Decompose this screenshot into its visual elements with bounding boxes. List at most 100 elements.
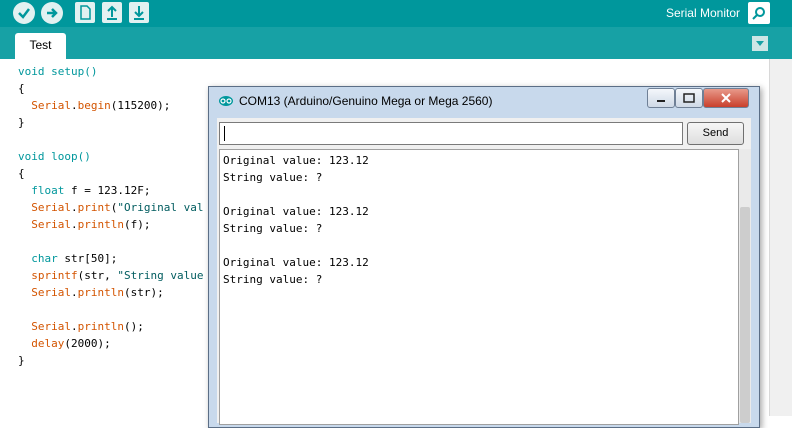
- code-token: (2000);: [64, 337, 111, 350]
- code-line: Serial.begin(115200);: [18, 97, 203, 114]
- close-icon: [721, 93, 731, 103]
- code-token: {: [18, 167, 25, 180]
- upload-button[interactable]: [41, 2, 63, 24]
- code-token: .: [71, 201, 78, 214]
- serial-output-text: Original value: 123.12 String value: ? Ori…: [223, 152, 369, 288]
- code-token: Serial: [31, 201, 71, 214]
- tab-menu-button[interactable]: [752, 36, 768, 51]
- code-token: Serial: [31, 99, 71, 112]
- code-token: "Original val: [117, 201, 204, 214]
- serial-monitor-window: COM13 (Arduino/Genuino Mega or Mega 2560…: [208, 86, 760, 428]
- serial-monitor-button[interactable]: [748, 2, 770, 24]
- send-button[interactable]: Send: [687, 122, 744, 145]
- code-line: {: [18, 80, 203, 97]
- code-token: (f);: [123, 218, 151, 231]
- code-line: sprintf(str, "String value: [18, 267, 203, 284]
- output-line: String value: ?: [223, 273, 323, 286]
- code-token: f = 123.12F;: [64, 184, 151, 197]
- code-token: str[50];: [57, 252, 118, 265]
- code-text: void setup() { Serial.begin(115200);} void…: [18, 63, 203, 369]
- code-token: (str);: [123, 286, 164, 299]
- code-token: (115200);: [110, 99, 171, 112]
- code-token: println: [77, 320, 124, 333]
- code-line: }: [18, 352, 203, 369]
- open-button[interactable]: [102, 2, 122, 23]
- send-input[interactable]: [219, 122, 683, 145]
- code-token: void loop(): [18, 150, 91, 163]
- output-line: String value: ?: [223, 222, 323, 235]
- arrow-right-icon: [47, 8, 58, 18]
- code-token: }: [18, 116, 25, 129]
- maximize-button[interactable]: [675, 88, 703, 108]
- output-line: Original value: 123.12: [223, 154, 369, 167]
- arrow-up-icon: [107, 5, 117, 20]
- new-button[interactable]: [75, 2, 95, 23]
- new-file-icon: [80, 5, 91, 20]
- tab-strip: Test: [0, 27, 792, 59]
- code-token: Serial: [31, 218, 71, 231]
- minimize-button[interactable]: [647, 88, 675, 108]
- code-token: sprintf: [31, 269, 78, 282]
- code-token: Serial: [31, 286, 71, 299]
- save-button[interactable]: [129, 2, 149, 23]
- arrow-down-icon: [134, 6, 144, 20]
- code-line: char str[50];: [18, 250, 203, 267]
- code-token: print: [77, 201, 111, 214]
- serial-monitor-body: Send Original value: 123.12 String value:…: [217, 118, 751, 425]
- code-token: Serial: [31, 320, 71, 333]
- check-icon: [18, 8, 30, 19]
- code-line: }: [18, 114, 203, 131]
- code-line: Serial.println(str);: [18, 284, 203, 301]
- magnifier-icon: [752, 7, 765, 20]
- code-token: ();: [123, 320, 144, 333]
- close-button[interactable]: [703, 88, 749, 108]
- ide-toolbar: Serial Monitor: [0, 0, 792, 27]
- tab-test[interactable]: Test: [15, 33, 66, 59]
- code-line: Serial.println(f);: [18, 216, 203, 233]
- verify-button[interactable]: [13, 2, 35, 24]
- editor-scrollbar[interactable]: [769, 59, 792, 416]
- code-token: }: [18, 354, 25, 367]
- code-token: {: [18, 82, 25, 95]
- output-scrollbar[interactable]: [739, 149, 751, 423]
- arduino-logo-icon: [219, 96, 233, 106]
- code-token: char: [31, 252, 58, 265]
- code-token: println: [77, 286, 124, 299]
- output-scrollbar-thumb[interactable]: [740, 207, 750, 423]
- code-token: void setup(): [18, 65, 98, 78]
- code-token: float: [31, 184, 65, 197]
- code-line: float f = 123.12F;: [18, 182, 203, 199]
- code-line: Serial.print("Original val: [18, 199, 203, 216]
- code-token: .: [71, 320, 78, 333]
- code-token: delay: [31, 337, 65, 350]
- chevron-down-icon: [756, 41, 764, 46]
- window-title: COM13 (Arduino/Genuino Mega or Mega 2560…: [239, 94, 493, 108]
- code-line: {: [18, 165, 203, 182]
- code-token: (str,: [77, 269, 118, 282]
- serial-output[interactable]: Original value: 123.12 String value: ? Ori…: [219, 149, 739, 425]
- code-token: println: [77, 218, 124, 231]
- maximize-icon: [683, 93, 695, 103]
- code-token: "String value: [117, 269, 204, 282]
- code-line: void loop(): [18, 148, 203, 165]
- code-token: .: [71, 218, 78, 231]
- serial-monitor-label: Serial Monitor: [665, 6, 740, 20]
- code-token: .: [71, 286, 78, 299]
- code-token: .: [71, 99, 78, 112]
- minimize-icon: [657, 100, 665, 102]
- code-line: Serial.println();: [18, 318, 203, 335]
